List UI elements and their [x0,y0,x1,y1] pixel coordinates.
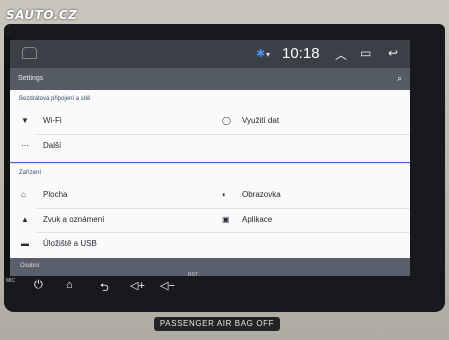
volume-up-icon[interactable]: ◁+ [130,279,145,292]
power-icon[interactable]: ⏻ [34,279,43,292]
section-title: Zařízení [19,170,42,176]
settings-item-home[interactable]: Plocha [43,190,67,199]
settings-item-apps[interactable]: Aplikace [242,215,272,224]
section-personal: Osobní [10,258,410,276]
home-icon: ⌂ [21,190,26,199]
section-title: Bezdrátová připojení a sítě [19,96,91,102]
row-home: ⌂ Plocha ◐ Obrazovka [10,184,410,207]
settings-item-data-usage[interactable]: Využití dat [242,116,279,125]
wifi-icon: ▼ [21,116,29,125]
bell-icon: ▲ [21,215,29,224]
back-icon[interactable]: ↩ [388,46,398,60]
search-icon[interactable]: ⌕ [397,73,402,84]
row-storage: ▬ Úložiště a USB [10,233,410,256]
row-sound: ▲ Zvuk a oznámení ▣ Aplikace [10,209,410,232]
settings-item-display[interactable]: Obrazovka [242,190,281,199]
clock: 10:18 [282,45,320,62]
settings-item-wifi[interactable]: Wi-Fi [43,116,62,125]
recent-apps-icon[interactable]: ▭ [360,46,371,60]
settings-item-storage[interactable]: Úložiště a USB [43,239,97,248]
bluetooth-icon: ✱ [256,48,266,60]
more-icon: ⋯ [21,141,29,150]
home-shape-icon[interactable] [22,47,37,59]
app-bar: Settings ⌕ [10,68,410,90]
airbag-indicator: PASSENGER AIR BAG OFF [154,317,280,331]
signal-dot-icon: ▾ [266,50,271,59]
status-bar: ✱ ▾ 10:18 ︿ ▭ ↩ [10,40,410,68]
volume-down-icon[interactable]: ◁− [160,279,175,292]
section-title: Osobní [20,263,40,269]
android-icon: ▣ [222,215,230,224]
rst-label[interactable]: RST [188,272,198,278]
row-more: ⋯ Další [10,135,410,158]
hardware-buttons: ⏻ ⌂ ⮌ ◁+ ◁− RST [10,272,198,298]
section-wireless: Bezdrátová připojení a sítě ▼ Wi-Fi ◯ Vy… [10,90,410,163]
watermark: SAUTO.CZ [6,8,78,22]
chevron-up-icon[interactable]: ︿ [335,46,347,63]
row-wifi: ▼ Wi-Fi ◯ Využití dat [10,110,410,133]
page-title: Settings [18,75,44,82]
section-separator [10,162,410,163]
data-usage-icon: ◯ [222,116,231,125]
display-icon: ◐ [222,190,227,199]
section-device: Zařízení ⌂ Plocha ◐ Obrazovka ▲ Zvuk a o… [10,164,410,259]
home-icon[interactable]: ⌂ [66,279,73,291]
screen: ✱ ▾ 10:18 ︿ ▭ ↩ Settings ⌕ Bezdrátová př… [10,40,410,276]
settings-item-sound[interactable]: Zvuk a oznámení [43,215,104,224]
storage-icon: ▬ [21,239,29,248]
settings-item-more[interactable]: Další [43,141,61,150]
back-icon[interactable]: ⮌ [100,279,109,298]
